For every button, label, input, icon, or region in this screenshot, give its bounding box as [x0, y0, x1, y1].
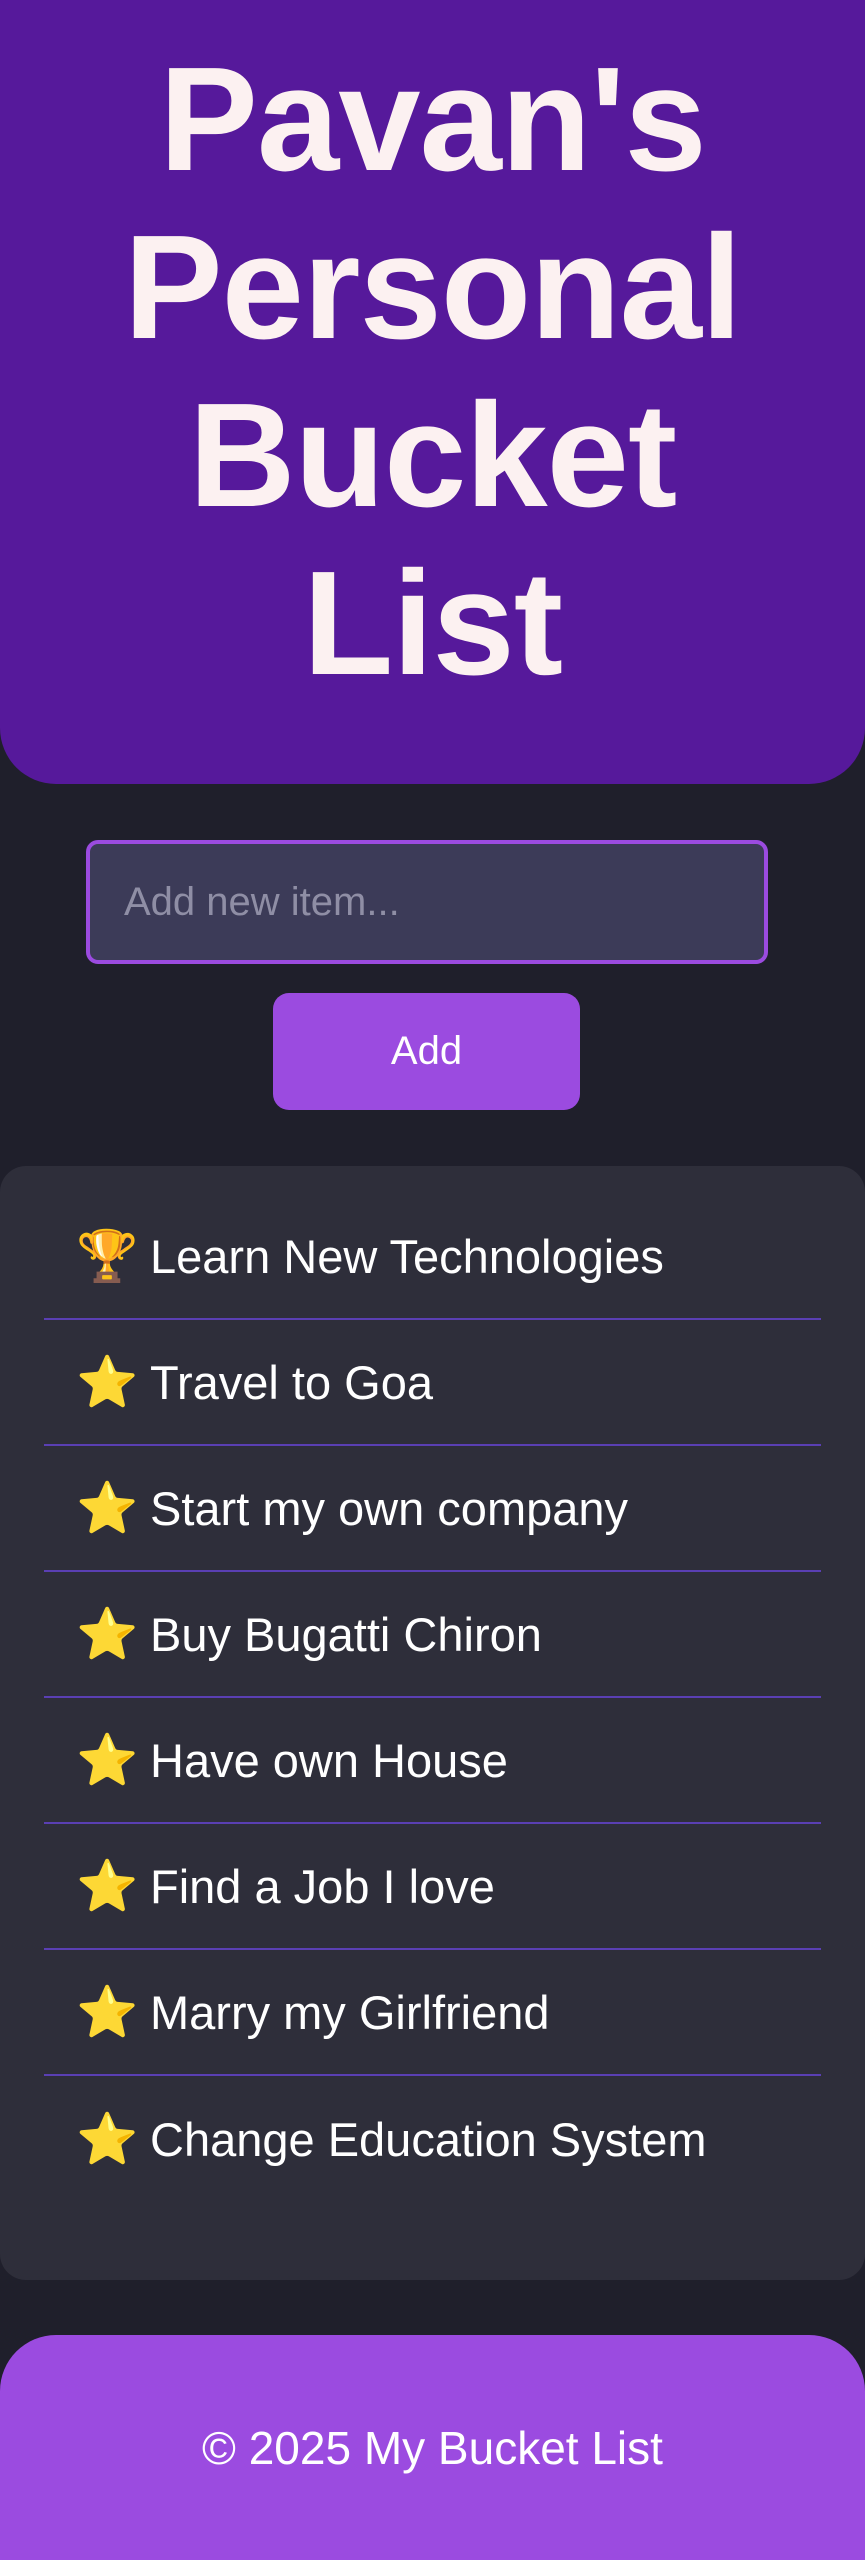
- list-item-label: Start my own company: [150, 1481, 629, 1535]
- list-item-label: Buy Bugatti Chiron: [150, 1607, 542, 1661]
- list-item[interactable]: 🏆 Learn New Technologies: [44, 1194, 821, 1320]
- list-item[interactable]: ⭐ Change Education System: [44, 2076, 821, 2202]
- bucket-list-card: 🏆 Learn New Technologies ⭐ Travel to Goa…: [0, 1166, 865, 2280]
- list-item-label: Marry my Girlfriend: [150, 1985, 550, 2039]
- star-icon: ⭐: [76, 1984, 139, 2040]
- list-item[interactable]: ⭐ Have own House: [44, 1698, 821, 1824]
- new-item-input[interactable]: [86, 840, 768, 964]
- trophy-icon: 🏆: [76, 1228, 139, 1284]
- list-item-label: Have own House: [150, 1733, 508, 1787]
- list-item[interactable]: ⭐ Buy Bugatti Chiron: [44, 1572, 821, 1698]
- bucket-list: 🏆 Learn New Technologies ⭐ Travel to Goa…: [44, 1194, 821, 2202]
- list-item[interactable]: ⭐ Travel to Goa: [44, 1320, 821, 1446]
- footer-copyright: © 2025 My Bucket List: [202, 2421, 663, 2474]
- footer: © 2025 My Bucket List: [0, 2335, 865, 2560]
- star-icon: ⭐: [76, 1354, 139, 1410]
- list-item[interactable]: ⭐ Find a Job I love: [44, 1824, 821, 1950]
- star-icon: ⭐: [76, 1606, 139, 1662]
- star-icon: ⭐: [76, 1732, 139, 1788]
- list-item[interactable]: ⭐ Start my own company: [44, 1446, 821, 1572]
- page-title: Pavan's Personal Bucket List: [123, 37, 742, 706]
- list-item-label: Change Education System: [150, 2112, 707, 2166]
- star-icon: ⭐: [76, 2111, 139, 2167]
- header: Pavan's Personal Bucket List: [0, 0, 865, 784]
- page: Pavan's Personal Bucket List Add 🏆 Learn…: [0, 0, 865, 2560]
- add-button[interactable]: Add: [273, 993, 580, 1110]
- list-item-label: Find a Job I love: [150, 1859, 495, 1913]
- list-item[interactable]: ⭐ Marry my Girlfriend: [44, 1950, 821, 2076]
- list-item-label: Travel to Goa: [150, 1355, 433, 1409]
- star-icon: ⭐: [76, 1480, 139, 1536]
- star-icon: ⭐: [76, 1858, 139, 1914]
- list-item-label: Learn New Technologies: [150, 1229, 664, 1283]
